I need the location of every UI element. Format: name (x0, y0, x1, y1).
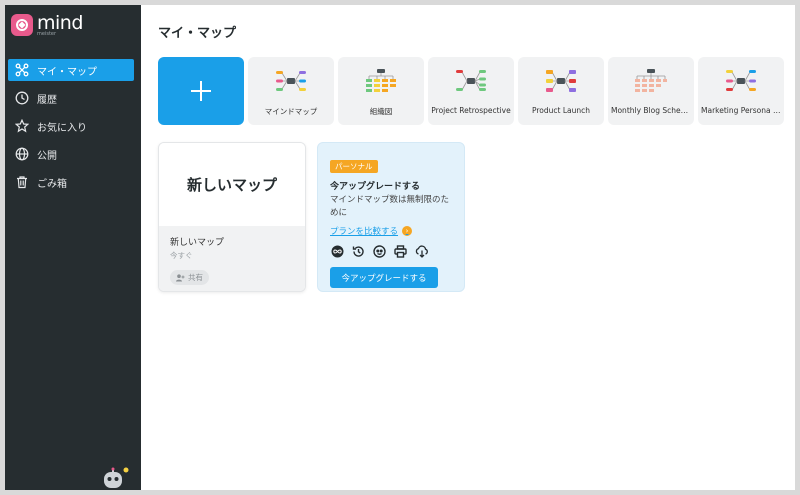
sidebar-item-label: 公開 (37, 150, 57, 162)
sidebar-item-label: 履歴 (37, 94, 57, 106)
robot-mascot-icon (99, 467, 131, 490)
template-project-retrospective[interactable]: Project Retrospective (428, 57, 514, 125)
template-label: 組織図 (369, 107, 393, 116)
star-icon (15, 119, 29, 133)
template-mindmap[interactable]: マインドマップ (248, 57, 334, 125)
plan-badge: パーソナル (330, 160, 378, 173)
compare-plans-link[interactable]: プランを比較する › (330, 225, 452, 237)
mindmap-thumbnail-icon (248, 67, 334, 95)
plus-icon (158, 57, 244, 125)
org-chart-thumbnail-icon (338, 67, 424, 95)
print-icon (393, 244, 408, 259)
arrow-right-icon: › (402, 226, 413, 236)
upgrade-description: マインドマップ数は無制限のために (330, 195, 450, 218)
map-preview-title: 新しいマップ (159, 143, 305, 226)
app-window: mind meister マイ・マップ 履歴 お気に入り 公開 ごみ箱 マイ・マ… (5, 5, 795, 490)
template-product-launch[interactable]: Product Launch (518, 57, 604, 125)
sidebar: mind meister マイ・マップ 履歴 お気に入り 公開 ごみ箱 (5, 5, 141, 490)
trash-icon (15, 175, 29, 189)
retrospective-thumbnail-icon (428, 67, 514, 95)
cloud-download-icon (414, 244, 429, 259)
share-label: 共有 (188, 273, 203, 282)
upgrade-title: 今アップグレードする (330, 182, 421, 192)
history-icon (351, 244, 366, 259)
blog-schedule-thumbnail-icon (608, 67, 694, 95)
sidebar-nav: マイ・マップ 履歴 お気に入り 公開 ごみ箱 (8, 59, 134, 199)
mindmap-icon (15, 63, 29, 77)
sidebar-item-label: ごみ箱 (37, 178, 67, 190)
template-row: マインドマップ 組織図 Project Retrospective Produc… (158, 57, 788, 125)
sidebar-item-history[interactable]: 履歴 (8, 87, 134, 109)
persona-thumbnail-icon (698, 67, 784, 95)
new-map-button[interactable] (158, 57, 244, 125)
template-monthly-blog-schedule[interactable]: Monthly Blog Schedule (608, 57, 694, 125)
logo-icon (11, 14, 33, 36)
sidebar-item-my-maps[interactable]: マイ・マップ (8, 59, 134, 81)
globe-icon (15, 147, 29, 161)
sidebar-item-label: マイ・マップ (37, 66, 97, 78)
map-card[interactable]: 新しいマップ 新しいマップ 今すぐ 共有 (158, 142, 306, 292)
user-add-icon (176, 273, 185, 282)
logo[interactable]: mind meister (11, 14, 83, 37)
upgrade-button[interactable]: 今アップグレードする (330, 267, 438, 288)
map-timestamp: 今すぐ (170, 251, 193, 260)
clock-icon (15, 91, 29, 105)
feature-icons (330, 244, 452, 259)
page-title: マイ・マップ (158, 26, 237, 41)
upgrade-card: パーソナル 今アップグレードする マインドマップ数は無制限のために プランを比較… (317, 142, 465, 292)
sidebar-item-trash[interactable]: ごみ箱 (8, 171, 134, 193)
template-label: Monthly Blog Schedule (611, 106, 691, 115)
infinity-icon (330, 244, 345, 259)
compare-plans-label: プランを比較する (330, 227, 399, 237)
template-label: マインドマップ (264, 107, 318, 116)
sidebar-item-label: お気に入り (37, 122, 87, 134)
template-marketing-persona[interactable]: Marketing Persona Template (698, 57, 784, 125)
template-org-chart[interactable]: 組織図 (338, 57, 424, 125)
map-name: 新しいマップ (170, 238, 225, 248)
main-content: マイ・マップ マインドマップ 組織図 Project Retrospective… (141, 5, 795, 490)
share-badge[interactable]: 共有 (170, 270, 209, 285)
map-card-meta: 新しいマップ 今すぐ 共有 (159, 226, 305, 291)
support-icon (372, 244, 387, 259)
template-label: Project Retrospective (431, 106, 511, 115)
template-label: Product Launch (531, 106, 591, 115)
sidebar-item-favorites[interactable]: お気に入り (8, 115, 134, 137)
product-launch-thumbnail-icon (518, 67, 604, 95)
sidebar-item-public[interactable]: 公開 (8, 143, 134, 165)
template-label: Marketing Persona Template (701, 106, 781, 115)
